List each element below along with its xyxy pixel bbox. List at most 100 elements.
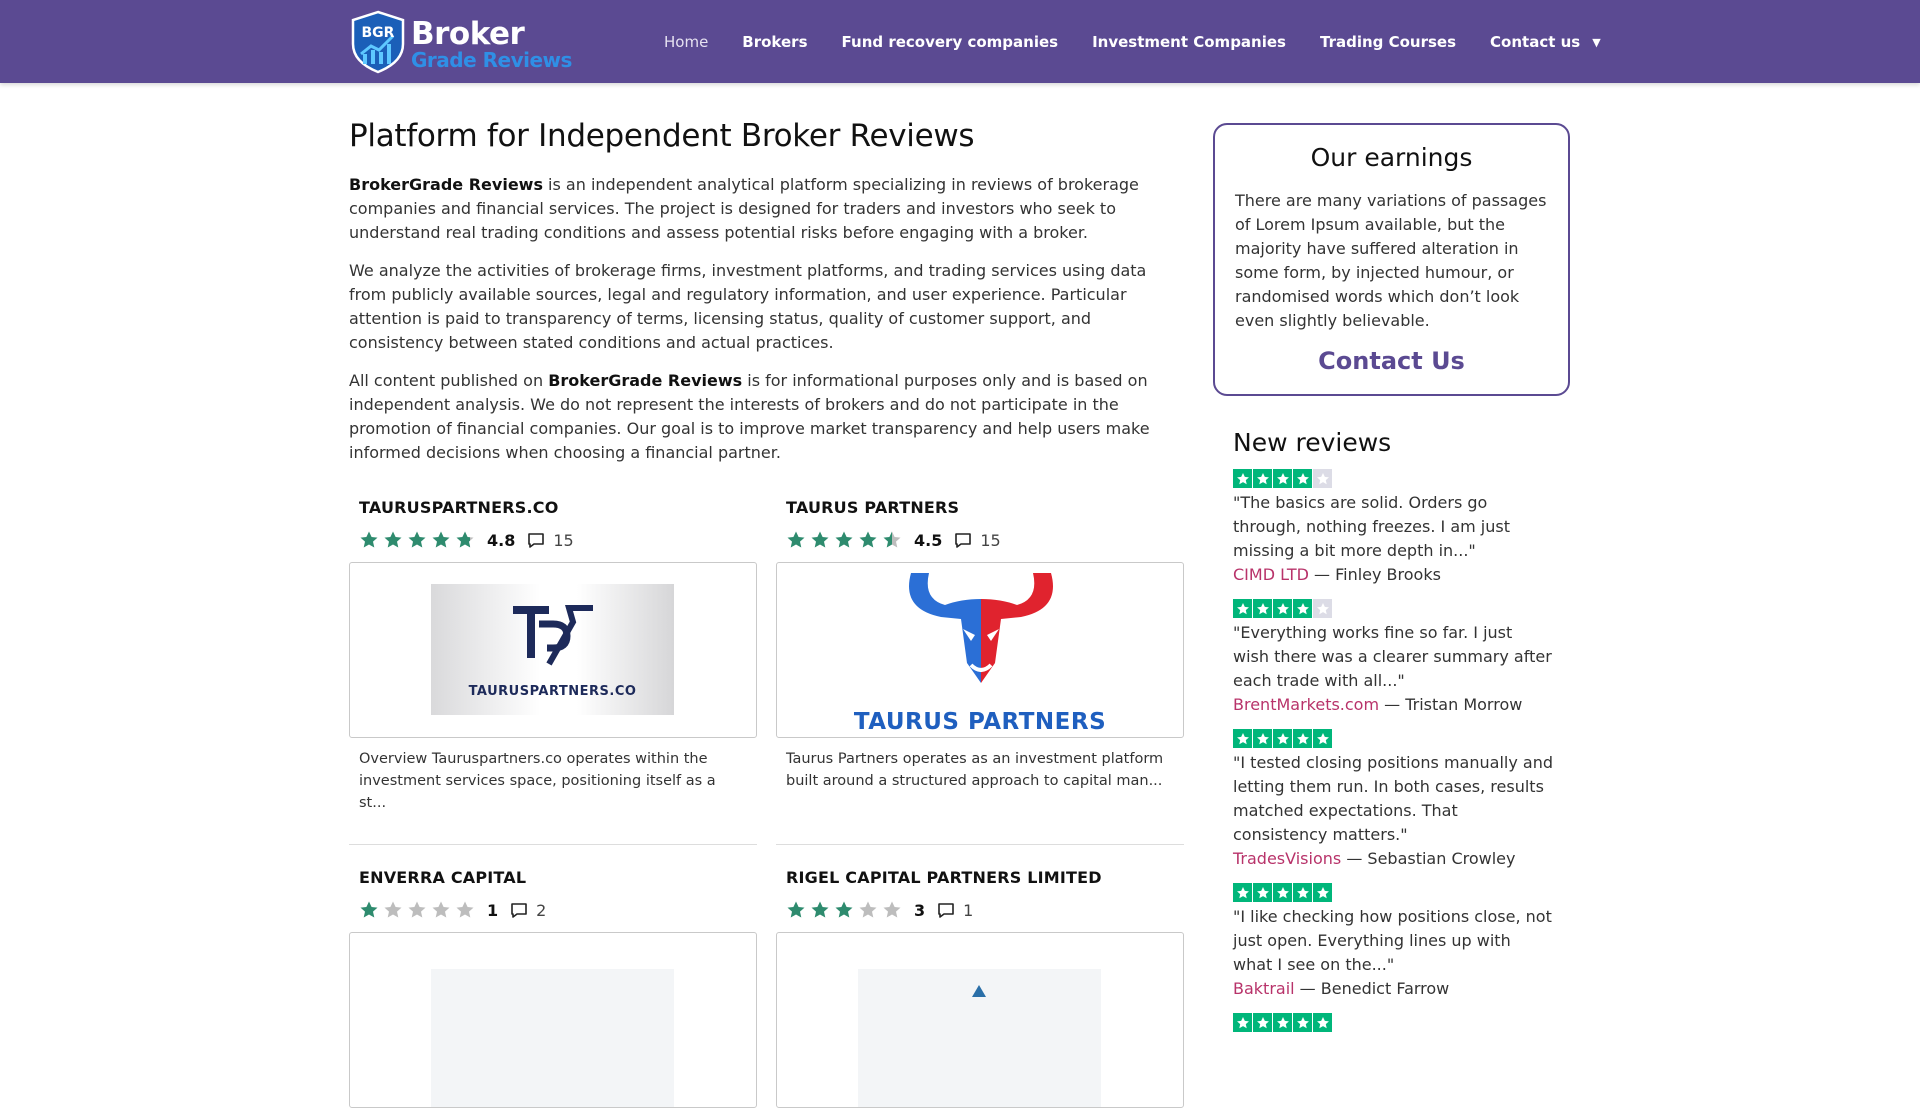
logo-caption-part1: TAURUS PARTNERS	[853, 709, 1107, 735]
review-item: "I like checking how positions close, no…	[1233, 883, 1553, 1001]
comment-icon	[955, 533, 972, 548]
broker-name[interactable]: TAURUS PARTNERS	[776, 498, 1184, 517]
review-star-icon	[1253, 469, 1272, 488]
review-star-icon	[1233, 729, 1252, 748]
review-item: "The basics are solid. Orders go through…	[1233, 469, 1553, 587]
site-logo[interactable]: BGR Broker Grade Reviews	[349, 10, 579, 74]
logo-caption: TAURUSPARTNERS.CO	[468, 684, 637, 699]
broker-logo-image[interactable]	[776, 932, 1184, 1108]
review-star-icon	[1293, 883, 1312, 902]
star-icon	[360, 901, 378, 918]
review-item	[1233, 1013, 1553, 1033]
new-reviews: New reviews "The basics are solid. Order…	[1233, 428, 1553, 1033]
star-icon	[432, 901, 450, 918]
broker-logo-placeholder	[431, 969, 674, 1107]
star-icon	[456, 531, 474, 548]
review-broker-link[interactable]: TradesVisions	[1233, 849, 1341, 868]
review-meta: BrentMarkets.com — Tristan Morrow	[1233, 693, 1553, 717]
star-icon	[883, 531, 901, 548]
nav-fund-recovery[interactable]: Fund recovery companies	[842, 33, 1059, 51]
review-star-icon	[1313, 1013, 1332, 1032]
nav-contact-us[interactable]: Contact us ▼	[1490, 33, 1601, 51]
review-broker-link[interactable]: BrentMarkets.com	[1233, 695, 1379, 714]
broker-name[interactable]: ENVERRA CAPITAL	[349, 868, 757, 887]
review-star-icon	[1253, 599, 1272, 618]
broker-description: Overview Tauruspartners.co operates with…	[359, 751, 716, 811]
star-icon	[408, 531, 426, 548]
logo-line1: Broker	[411, 16, 525, 52]
review-stars	[1233, 883, 1553, 903]
review-star-icon	[1293, 729, 1312, 748]
review-broker-link[interactable]: CIMD LTD	[1233, 565, 1309, 584]
star-icon	[408, 901, 426, 918]
reviews-title: New reviews	[1233, 428, 1392, 457]
review-star-icon	[1313, 883, 1332, 902]
review-stars	[1233, 599, 1553, 619]
star-icon	[811, 901, 829, 918]
broker-description: Taurus Partners operates as an investmen…	[786, 751, 1164, 789]
review-star-icon	[1293, 469, 1312, 488]
review-author: — Tristan Morrow	[1379, 695, 1523, 714]
broker-card[interactable]: RIGEL CAPITAL PARTNERS LIMITED 3 1	[776, 868, 1184, 1108]
review-star-icon	[1293, 599, 1312, 618]
main-content: Platform for Independent Broker Reviews …	[349, 112, 1184, 1108]
broker-rating: 4.5 15	[776, 530, 1184, 550]
intro-paragraph-1: BrokerGrade Reviews is an independent an…	[349, 173, 1184, 245]
rating-value: 4.8	[487, 530, 516, 550]
nav-contact-us-label: Contact us	[1490, 32, 1581, 51]
review-text: "Everything works fine so far. I just wi…	[1233, 623, 1552, 690]
review-text: "I like checking how positions close, no…	[1233, 907, 1552, 974]
review-stars	[1233, 469, 1553, 489]
review-star-icon	[1273, 883, 1292, 902]
review-stars	[1233, 1013, 1553, 1033]
logo-shield-icon: BGR	[351, 10, 405, 74]
broker-rating: 3 1	[776, 900, 1184, 920]
comment-count: 2	[536, 900, 547, 920]
broker-logo-image[interactable]	[349, 932, 757, 1108]
review-star-icon	[1293, 1013, 1312, 1032]
nav-investment-companies[interactable]: Investment Companies	[1092, 33, 1286, 51]
rating-stars	[359, 900, 479, 920]
broker-rating: 4.8 15	[349, 530, 757, 550]
star-icon	[432, 531, 450, 548]
review-star-icon	[1313, 729, 1332, 748]
earnings-box: Our earnings There are many variations o…	[1213, 123, 1570, 396]
review-text: "I tested closing positions manually and…	[1233, 753, 1553, 844]
review-star-icon	[1253, 883, 1272, 902]
review-broker-link[interactable]: Baktrail	[1233, 979, 1295, 998]
broker-logo-image[interactable]: TAURUS PARTNERS	[776, 562, 1184, 738]
contact-us-link[interactable]: Contact Us	[1318, 347, 1465, 375]
brand-name: BrokerGrade Reviews	[349, 175, 543, 194]
star-icon	[883, 901, 901, 918]
review-star-icon	[1273, 729, 1292, 748]
logo-mark-icon	[972, 985, 986, 997]
comment-count: 15	[553, 530, 574, 550]
review-star-icon	[1233, 1013, 1252, 1032]
logo-caption: TAURUS PARTNERS	[777, 709, 1183, 735]
review-star-icon	[1233, 469, 1252, 488]
broker-card[interactable]: ENVERRA CAPITAL 1 2	[349, 868, 757, 1108]
comment-count: 1	[963, 900, 974, 920]
star-icon	[859, 531, 877, 548]
broker-card[interactable]: TAURUSPARTNERS.CO 4.8 15 TAURUSPARTNERS.…	[349, 498, 757, 814]
rating-stars	[786, 900, 906, 920]
nav-home[interactable]: Home	[664, 33, 708, 51]
review-author: — Benedict Farrow	[1294, 979, 1450, 998]
broker-card[interactable]: TAURUS PARTNERS 4.5 15 TAURUS PARTNERS T…	[776, 498, 1184, 792]
star-icon	[787, 901, 805, 918]
broker-name[interactable]: RIGEL CAPITAL PARTNERS LIMITED	[776, 868, 1184, 887]
comment-icon	[511, 903, 527, 918]
comment-icon	[938, 903, 954, 918]
review-star-icon	[1313, 599, 1332, 618]
review-stars	[1233, 729, 1553, 749]
review-star-icon	[1313, 469, 1332, 488]
star-icon	[811, 531, 829, 548]
broker-logo-image[interactable]: TAURUSPARTNERS.CO	[349, 562, 757, 738]
broker-name[interactable]: TAURUSPARTNERS.CO	[349, 498, 757, 517]
earnings-title: Our earnings	[1310, 143, 1473, 172]
page-title: Platform for Independent Broker Reviews	[349, 118, 975, 154]
comment-count: 15	[980, 530, 1001, 550]
nav-brokers[interactable]: Brokers	[742, 33, 807, 51]
nav-trading-courses[interactable]: Trading Courses	[1320, 33, 1456, 51]
broker-rating: 1 2	[349, 900, 757, 920]
